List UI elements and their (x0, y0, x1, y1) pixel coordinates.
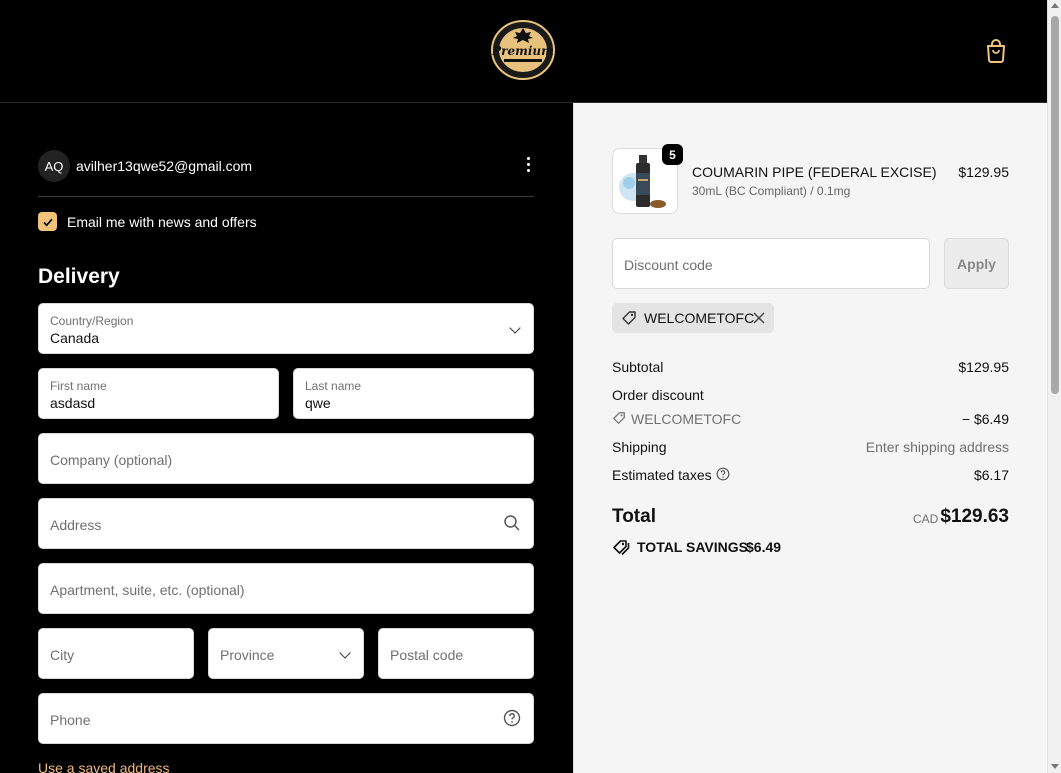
savings-label: TOTAL SAVINGS (637, 539, 748, 555)
apartment-field[interactable]: Apartment, suite, etc. (optional) (38, 563, 534, 614)
discount-code-input[interactable]: Discount code (612, 238, 930, 289)
last-name-label: Last name (305, 379, 362, 393)
site-header: Premium (0, 0, 1047, 103)
savings-value: $6.49 (746, 539, 782, 555)
address-placeholder: Address (50, 517, 102, 533)
checkout-form-panel: AQ avilher13qwe52@gmail.com Email me wit… (0, 103, 573, 773)
province-placeholder: Province (220, 647, 275, 663)
product-name: COUMARIN PIPE (FEDERAL EXCISE) (692, 164, 937, 180)
estimated-taxes-value: $6.17 (973, 467, 1009, 483)
company-placeholder: Company (optional) (50, 452, 173, 468)
help-circle-icon[interactable] (503, 709, 521, 727)
country-label: Country/Region (50, 314, 134, 328)
city-field[interactable]: City (38, 628, 194, 679)
country-value: Canada (50, 330, 100, 346)
province-select[interactable]: Province (208, 628, 364, 679)
total-value: $129.63 (940, 506, 1009, 527)
scrollbar-thumb[interactable] (1051, 16, 1059, 394)
discount-code-label: WELCOMETOFC (631, 411, 742, 427)
product-price: $129.95 (958, 164, 1009, 180)
page-scrollbar[interactable] (1047, 0, 1061, 773)
postal-placeholder: Postal code (390, 647, 464, 663)
applied-discount-chip: WELCOMETOFC (612, 303, 774, 333)
avatar: AQ (38, 150, 70, 182)
shipping-label: Shipping (612, 439, 667, 455)
city-placeholder: City (50, 647, 75, 663)
scroll-down-arrow-icon[interactable] (1051, 764, 1059, 769)
estimated-taxes-label: Estimated taxes (612, 467, 712, 483)
postal-code-field[interactable]: Postal code (378, 628, 534, 679)
checkmark-icon (42, 218, 53, 227)
svg-text:Premium: Premium (491, 44, 554, 58)
company-field[interactable]: Company (optional) (38, 433, 534, 484)
last-name-value: qwe (305, 395, 331, 411)
account-row: AQ avilher13qwe52@gmail.com (38, 150, 534, 197)
account-email: avilher13qwe52@gmail.com (76, 158, 253, 174)
delivery-title: Delivery (38, 265, 120, 288)
newsletter-checkbox[interactable] (38, 212, 57, 231)
order-discount-label: Order discount (612, 387, 704, 403)
brand-logo[interactable]: Premium (490, 19, 556, 81)
use-saved-address-link[interactable]: Use a saved address (38, 760, 170, 773)
chevron-down-icon (339, 647, 351, 659)
help-circle-icon[interactable] (716, 467, 730, 481)
first-name-label: First name (50, 379, 107, 393)
close-icon[interactable] (752, 311, 766, 325)
discount-value: − $6.49 (961, 411, 1009, 427)
scroll-up-arrow-icon[interactable] (1051, 3, 1059, 8)
discount-placeholder: Discount code (624, 257, 713, 273)
shipping-value: Enter shipping address (865, 439, 1009, 455)
first-name-field[interactable]: First name asdasd (38, 368, 279, 419)
total-label: Total (612, 506, 656, 527)
apply-discount-button[interactable]: Apply (944, 238, 1009, 289)
tag-icon (622, 311, 636, 325)
subtotal-label: Subtotal (612, 359, 664, 375)
phone-placeholder: Phone (50, 712, 91, 728)
order-summary-panel: 5 COUMARIN PIPE (FEDERAL EXCISE) 30mL (B… (573, 103, 1047, 773)
address-field[interactable]: Address (38, 498, 534, 549)
first-name-value: asdasd (50, 395, 96, 411)
product-variant: 30mL (BC Compliant) / 0.1mg (692, 184, 851, 198)
phone-field[interactable]: Phone (38, 693, 534, 744)
applied-discount-code: WELCOMETOFC (644, 310, 755, 326)
total-currency: CAD (913, 512, 939, 526)
more-options-icon[interactable] (522, 154, 534, 178)
quantity-badge: 5 (662, 144, 683, 165)
shopping-bag-icon[interactable] (983, 38, 1009, 64)
country-select[interactable]: Country/Region Canada (38, 303, 534, 354)
newsletter-label: Email me with news and offers (67, 214, 257, 230)
search-icon[interactable] (503, 514, 521, 532)
subtotal-value: $129.95 (958, 359, 1009, 375)
tags-icon (613, 540, 630, 556)
tag-icon (613, 412, 625, 424)
apartment-placeholder: Apartment, suite, etc. (optional) (50, 582, 245, 598)
chevron-down-icon (509, 322, 521, 334)
last-name-field[interactable]: Last name qwe (293, 368, 534, 419)
